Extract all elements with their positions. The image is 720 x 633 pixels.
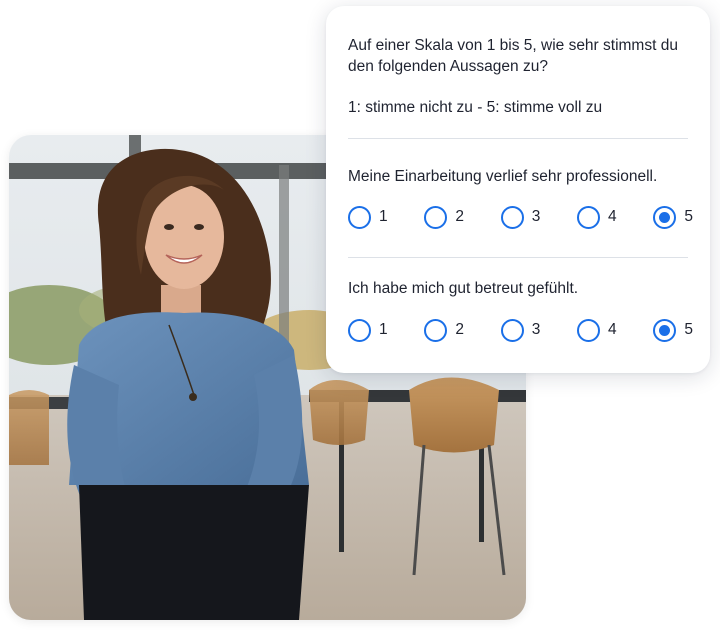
radio-button[interactable] — [348, 318, 371, 342]
radio-label: 3 — [531, 208, 541, 225]
question-2-option-2[interactable]: 2 — [424, 316, 479, 344]
divider — [348, 138, 688, 139]
radio-label: 1 — [379, 321, 388, 338]
scale-hint: 1: stimme nicht zu - 5: stimme voll zu — [348, 99, 603, 116]
question-2-option-3[interactable]: 3 — [500, 316, 556, 344]
radio-button[interactable] — [500, 205, 524, 229]
radio-button[interactable] — [577, 205, 601, 229]
question-1-statement: Meine Einarbeitung verlief sehr professi… — [348, 168, 658, 185]
radio-button-selected[interactable] — [653, 205, 677, 229]
radio-button[interactable] — [500, 318, 524, 342]
radio-label: 1 — [379, 208, 388, 225]
question-1-option-5[interactable]: 5 — [653, 203, 693, 231]
radio-button[interactable] — [577, 318, 601, 342]
radio-button[interactable] — [348, 205, 371, 229]
question-2-rating-group: 1 2 3 4 5 — [348, 316, 693, 344]
survey-card: Auf einer Skala von 1 bis 5, wie sehr st… — [326, 6, 710, 373]
question-2-option-4[interactable]: 4 — [577, 316, 632, 344]
question-1-option-1[interactable]: 1 — [348, 203, 403, 231]
divider — [348, 257, 688, 258]
question-1-rating-group: 1 2 3 4 5 — [348, 203, 693, 231]
question-2-option-5[interactable]: 5 — [653, 316, 693, 344]
radio-label: 4 — [608, 321, 617, 338]
radio-button[interactable] — [424, 318, 448, 342]
radio-label: 2 — [455, 208, 464, 225]
question-1-option-2[interactable]: 2 — [424, 203, 479, 231]
question-1-option-3[interactable]: 3 — [500, 203, 556, 231]
radio-button[interactable] — [424, 205, 448, 229]
radio-label: 4 — [608, 208, 617, 225]
question-2-statement: Ich habe mich gut betreut gefühlt. — [348, 280, 579, 297]
survey-intro: Auf einer Skala von 1 bis 5, wie sehr st… — [348, 37, 678, 75]
radio-button-selected[interactable] — [653, 318, 677, 342]
radio-label: 2 — [455, 321, 464, 338]
radio-label: 3 — [531, 321, 541, 338]
radio-label: 5 — [684, 208, 693, 225]
question-2-option-1[interactable]: 1 — [348, 316, 403, 344]
radio-label: 5 — [684, 321, 693, 338]
question-1-option-4[interactable]: 4 — [577, 203, 632, 231]
